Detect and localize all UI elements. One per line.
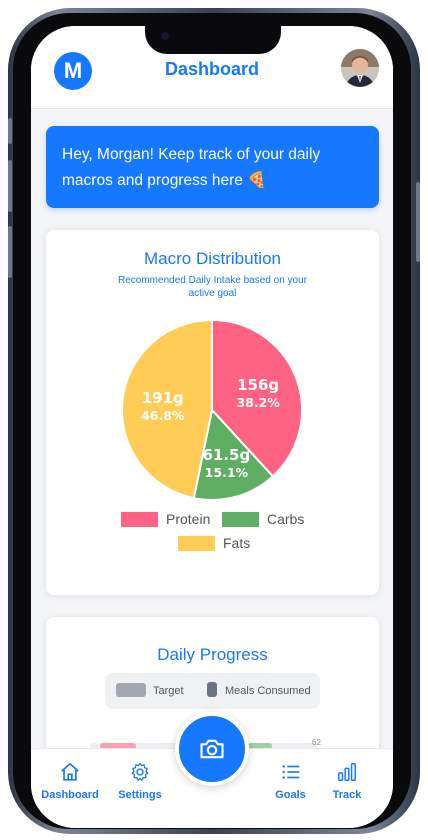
slice-value-label: 61.5g bbox=[202, 446, 250, 464]
nav-label: Goals bbox=[275, 789, 306, 801]
axis-tick-label: 62 bbox=[312, 738, 321, 747]
card-title: Macro Distribution bbox=[144, 249, 281, 268]
nav-item-dashboard[interactable]: Dashboard bbox=[37, 761, 103, 801]
legend-label-target[interactable]: Target bbox=[153, 685, 184, 697]
nav-label: Track bbox=[332, 789, 362, 801]
list-icon bbox=[281, 765, 299, 779]
legend-swatch-target bbox=[116, 683, 146, 697]
macro-distribution-card: Macro Distribution Recommended Daily Int… bbox=[46, 230, 379, 595]
nav-item-settings[interactable]: Settings bbox=[111, 761, 169, 801]
front-camera bbox=[161, 32, 169, 40]
progress-legend: Target Meals Consumed bbox=[105, 673, 320, 709]
slice-percent-label: 46.8% bbox=[141, 408, 185, 423]
slice-percent-label: 15.1% bbox=[205, 465, 249, 480]
camera-icon bbox=[200, 739, 224, 759]
legend-swatch bbox=[178, 536, 215, 551]
page-title: Dashboard bbox=[164, 59, 260, 79]
slice-value-label: 191g bbox=[142, 389, 184, 407]
nav-item-goals[interactable]: Goals bbox=[268, 761, 314, 801]
slice-value-label: 156g bbox=[237, 376, 279, 394]
bar-chart-icon bbox=[338, 763, 356, 781]
pie-chart: 156g38.2% 61.5g15.1% 191g46.8% bbox=[121, 318, 303, 501]
avatar-photo bbox=[341, 49, 379, 87]
legend-swatch bbox=[121, 512, 158, 527]
nav-item-track[interactable]: Track bbox=[325, 761, 369, 801]
legend-swatch-meals bbox=[207, 682, 217, 697]
avatar[interactable] bbox=[341, 49, 379, 87]
nav-label: Dashboard bbox=[41, 789, 99, 801]
card-subtitle: Recommended Daily Intake based on your a… bbox=[118, 275, 307, 299]
legend-label: Protein bbox=[166, 511, 211, 527]
phone-notch bbox=[145, 26, 281, 54]
camera-button[interactable] bbox=[175, 712, 249, 786]
legend-swatch bbox=[222, 512, 259, 527]
volume-down-button bbox=[8, 226, 12, 278]
nav-label: Settings bbox=[118, 789, 162, 801]
volume-up-button bbox=[8, 160, 12, 212]
gear-icon bbox=[131, 762, 149, 781]
welcome-banner: Hey, Morgan! Keep track of your daily ma… bbox=[46, 126, 379, 208]
power-button bbox=[416, 182, 420, 262]
legend-label-meals[interactable]: Meals Consumed bbox=[225, 685, 311, 697]
legend-label: Fats bbox=[223, 535, 251, 551]
slice-percent-label: 38.2% bbox=[236, 395, 280, 410]
legend-label: Carbs bbox=[267, 511, 305, 527]
mute-switch bbox=[8, 118, 12, 144]
card-title: Daily Progress bbox=[157, 645, 268, 664]
app-screen: M Dashboard Hey, Morgan! Keep track of y… bbox=[31, 26, 393, 828]
home-icon bbox=[61, 762, 79, 781]
